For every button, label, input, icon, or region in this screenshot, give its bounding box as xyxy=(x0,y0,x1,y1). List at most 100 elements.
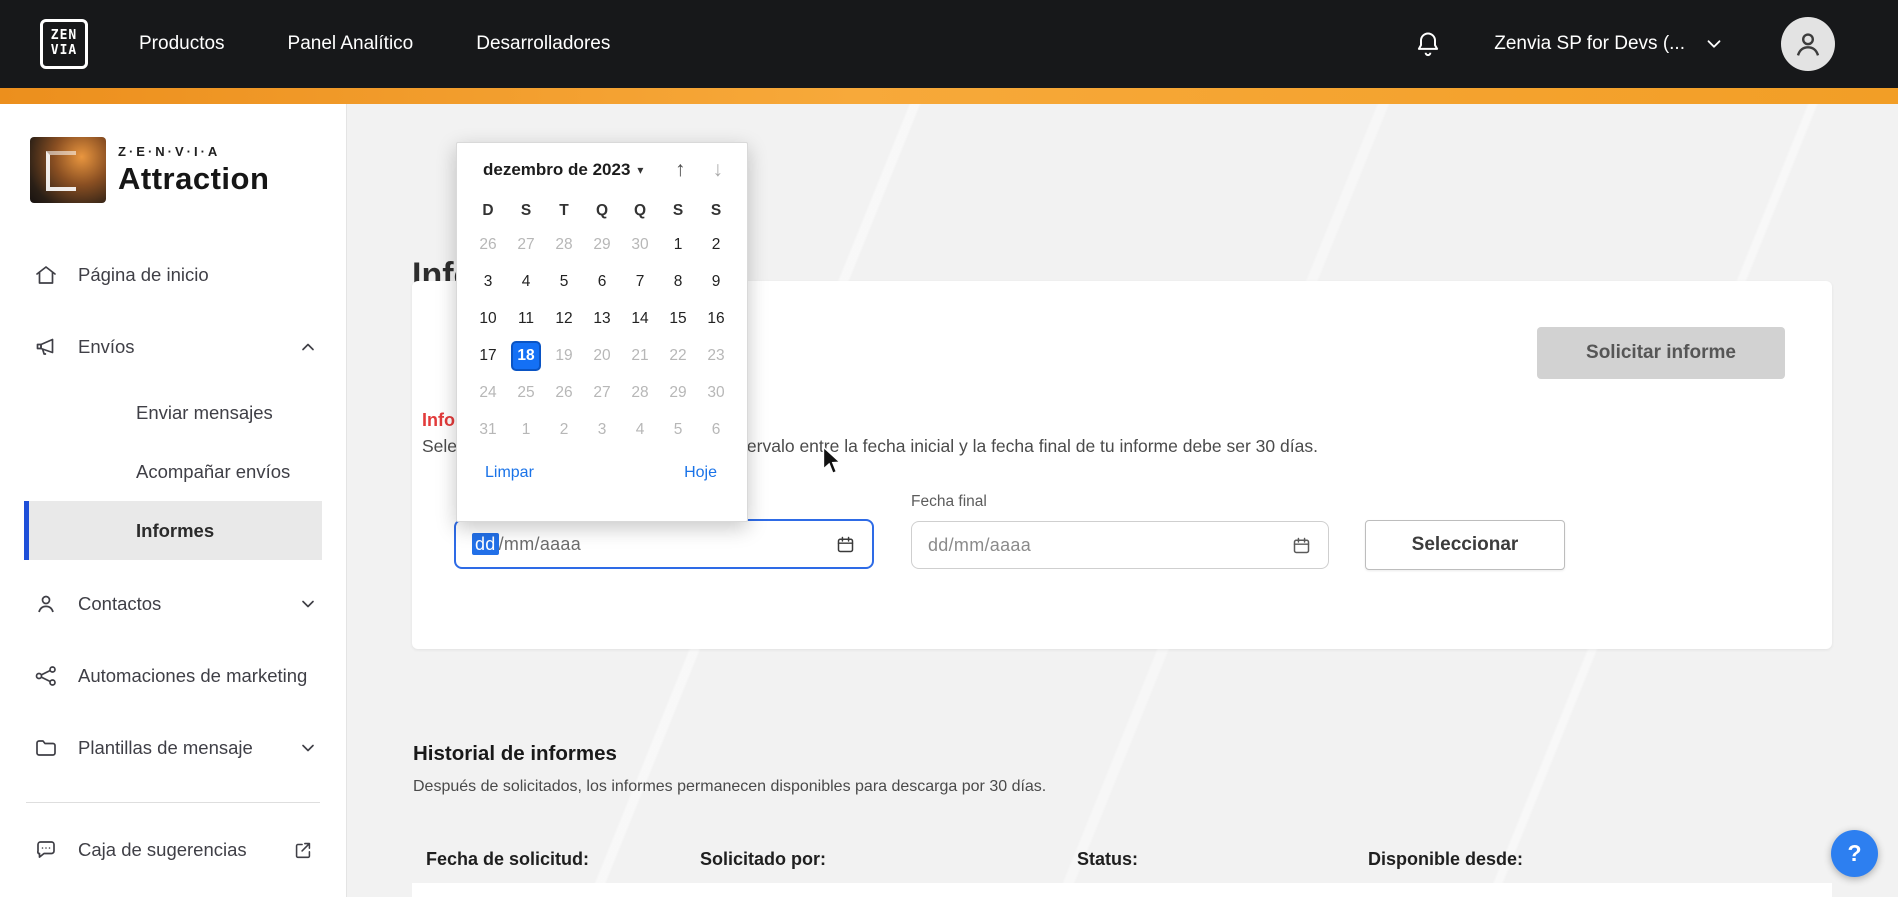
calendar-day[interactable]: 8 xyxy=(659,263,697,300)
topnav-right: Zenvia SP for Devs (... xyxy=(1414,17,1835,71)
calendar-day[interactable]: 11 xyxy=(507,300,545,337)
person-icon xyxy=(34,592,61,616)
notifications-bell-icon[interactable] xyxy=(1414,30,1442,58)
calendar-day: 26 xyxy=(555,383,573,401)
sidebar-divider xyxy=(26,802,320,803)
calendar-day[interactable]: 6 xyxy=(583,263,621,300)
sidebar-item-label: Página de inicio xyxy=(78,264,209,285)
calendar-day[interactable]: 5 xyxy=(545,263,583,300)
nav-item-panel-analitico[interactable]: Panel Analítico xyxy=(288,33,414,55)
calendar-day[interactable]: 3 xyxy=(469,263,507,300)
sidebar-item-envios[interactable]: Envíos xyxy=(0,311,346,383)
calendar-day-selected[interactable]: 18 xyxy=(507,337,545,374)
calendar-day[interactable]: 17 xyxy=(469,337,507,374)
zenvia-logo[interactable]: ZEN VIA xyxy=(40,19,88,69)
sidebar-item-label: Informes xyxy=(136,519,215,541)
calendar-day[interactable]: 10 xyxy=(469,300,507,337)
calendar-day: 4 xyxy=(635,420,645,438)
sidebar-item-label: Contactos xyxy=(78,593,162,614)
sidebar: Z·E·N·V·I·A Attraction Página de inicio … xyxy=(0,104,347,897)
end-date-input[interactable]: dd/mm/aaaa xyxy=(911,521,1329,569)
calendar-day[interactable]: 14 xyxy=(621,300,659,337)
calendar-picker-icon[interactable] xyxy=(835,534,856,555)
calendar-day: 27 xyxy=(593,383,611,401)
calendar-day: 29 xyxy=(593,235,611,253)
sidebar-subitem-enviar-mensajes[interactable]: Enviar mensajes xyxy=(0,383,346,442)
history-subtitle: Después de solicitados, los informes per… xyxy=(413,778,1047,795)
end-date-label: Fecha final xyxy=(911,493,987,510)
calendar-day: 22 xyxy=(669,346,687,364)
calendar-day[interactable]: 13 xyxy=(583,300,621,337)
calendar-picker-icon[interactable] xyxy=(1291,535,1312,556)
chevron-up-icon[interactable] xyxy=(298,337,318,357)
chat-bubble-icon xyxy=(34,838,61,862)
calendar-day: 28 xyxy=(631,383,649,401)
calendar-day: 1 xyxy=(521,420,531,438)
calendar-weekday: Q xyxy=(633,202,647,219)
sidebar-menu: Página de inicio Envíos Enviar mensajes … xyxy=(0,239,346,879)
sidebar-item-pagina-de-inicio[interactable]: Página de inicio xyxy=(0,239,346,311)
account-switcher[interactable]: Zenvia SP for Devs (... xyxy=(1494,33,1685,55)
megaphone-icon xyxy=(34,335,61,359)
calendar-day[interactable]: 9 xyxy=(697,263,735,300)
home-icon xyxy=(34,263,61,287)
nav-item-productos[interactable]: Productos xyxy=(139,33,225,55)
calendar-day[interactable]: 4 xyxy=(507,263,545,300)
selected-day-box: 18 xyxy=(511,340,541,371)
calendar-day: 6 xyxy=(711,420,721,438)
help-button[interactable]: ? xyxy=(1831,830,1878,877)
calendar-day: 2 xyxy=(559,420,569,438)
calendar-day: 31 xyxy=(479,420,497,438)
user-avatar[interactable] xyxy=(1781,17,1835,71)
calendar-month-label[interactable]: dezembro de 2023 xyxy=(483,160,630,180)
calendar-header: dezembro de 2023 ▾ ↑ ↓ xyxy=(457,143,747,182)
attraction-logo-product: Attraction xyxy=(118,160,270,196)
automation-flow-icon xyxy=(34,664,61,688)
calendar-grid: D S T Q Q S S 26 27 28 29 30 1 2 3 4 5 6 7 8 9 10 11 12 13 14 15 16… xyxy=(457,196,747,448)
calendar-day[interactable]: 16 xyxy=(697,300,735,337)
calendar-day[interactable]: 12 xyxy=(545,300,583,337)
sidebar-subitem-acompanar-envios[interactable]: Acompañar envíos xyxy=(0,442,346,501)
calendar-day[interactable]: 1 xyxy=(659,226,697,263)
nav-item-desarrolladores[interactable]: Desarrolladores xyxy=(476,33,610,55)
calendar-day[interactable]: 7 xyxy=(621,263,659,300)
folder-icon xyxy=(34,736,61,760)
request-report-button[interactable]: Solicitar informe xyxy=(1537,327,1785,379)
attraction-logo-brand: Z·E·N·V·I·A xyxy=(118,143,221,159)
calendar-today-link[interactable]: Hoje xyxy=(684,464,717,482)
sidebar-item-automaciones[interactable]: Automaciones de marketing xyxy=(0,640,346,712)
sidebar-item-label: Envíos xyxy=(78,336,135,357)
calendar-clear-link[interactable]: Limpar xyxy=(485,464,534,482)
month-dropdown-caret-icon[interactable]: ▾ xyxy=(637,163,643,177)
calendar-day: 28 xyxy=(555,235,573,253)
column-header-fecha-solicitud: Fecha de solicitud: xyxy=(426,849,590,869)
main-content: Informes de envío Solicita informes deta… xyxy=(347,104,1898,897)
sidebar-subitem-informes[interactable]: Informes xyxy=(24,501,322,560)
calendar-day: 23 xyxy=(707,346,725,364)
history-title: Historial de informes xyxy=(413,742,617,765)
calendar-day: 3 xyxy=(597,420,607,438)
calendar-day: 19 xyxy=(555,346,573,364)
calendar-day: 5 xyxy=(673,420,683,438)
sidebar-item-contactos[interactable]: Contactos xyxy=(0,568,346,640)
date-picker-popup: dezembro de 2023 ▾ ↑ ↓ D S T Q Q S S 26 27 28 29 30… xyxy=(456,142,748,522)
calendar-weekday: D xyxy=(482,202,494,219)
attraction-logo: Z·E·N·V·I·A Attraction xyxy=(30,137,346,203)
calendar-day[interactable]: 15 xyxy=(659,300,697,337)
zenvia-logo-text: ZEN xyxy=(50,28,78,44)
chevron-down-icon[interactable] xyxy=(298,594,318,614)
chevron-down-icon[interactable] xyxy=(298,738,318,758)
sidebar-item-label: Caja de sugerencias xyxy=(78,839,247,860)
zenvia-logo-text: VIA xyxy=(50,43,78,58)
start-date-input[interactable]: dd/mm/aaaa xyxy=(454,519,874,569)
next-month-arrow-icon[interactable]: ↓ xyxy=(713,158,724,182)
end-date-placeholder: dd/mm/aaaa xyxy=(928,534,1032,555)
previous-month-arrow-icon[interactable]: ↑ xyxy=(675,158,686,182)
account-chevron-down-icon[interactable] xyxy=(1703,33,1725,55)
select-dates-button[interactable]: Seleccionar xyxy=(1365,520,1565,570)
sidebar-item-plantillas[interactable]: Plantillas de mensaje xyxy=(0,712,346,784)
column-header-status: Status: xyxy=(1077,849,1139,869)
history-table-row xyxy=(412,883,1832,897)
calendar-day[interactable]: 2 xyxy=(697,226,735,263)
sidebar-item-caja-de-sugerencias[interactable]: Caja de sugerencias xyxy=(0,821,346,879)
